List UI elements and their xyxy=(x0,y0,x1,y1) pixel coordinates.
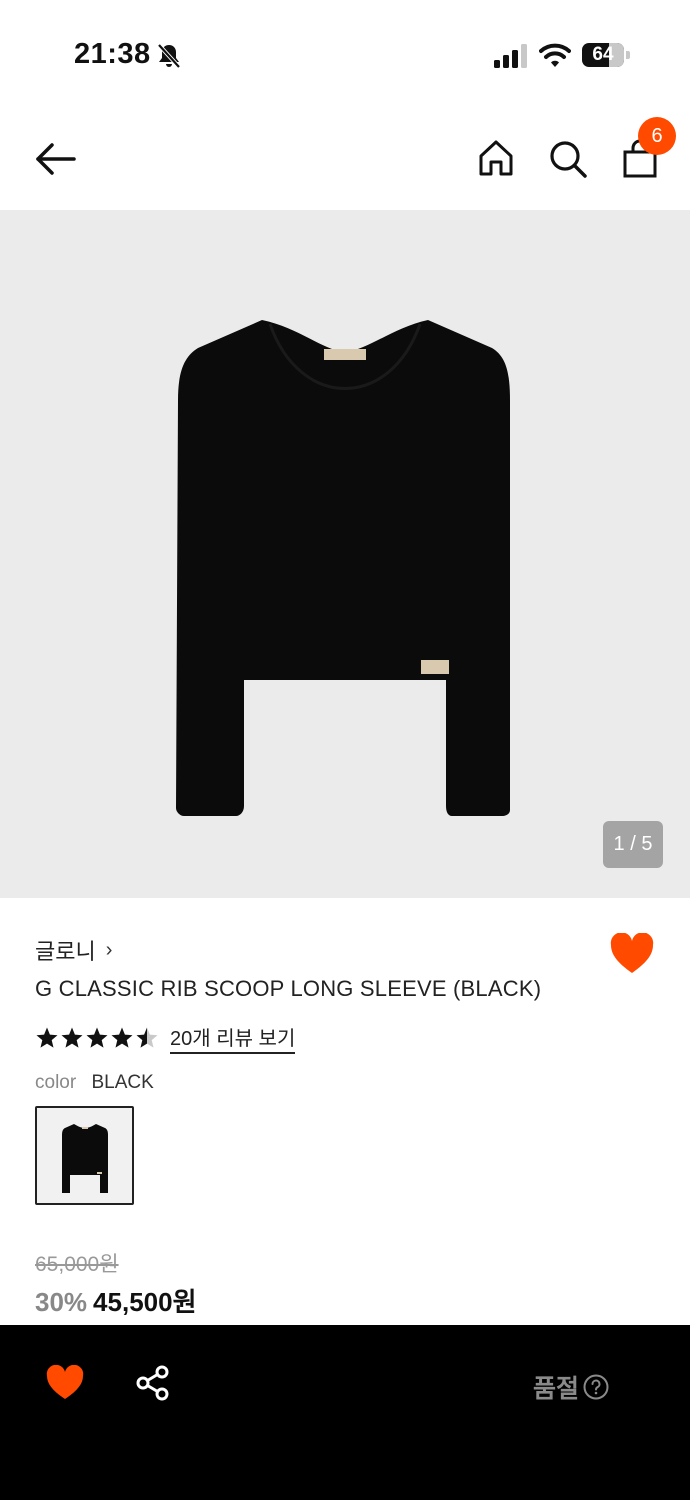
battery-body: 64 xyxy=(582,43,624,67)
heart-icon[interactable] xyxy=(610,933,654,975)
review-link[interactable]: 20개 리뷰 보기 xyxy=(170,1022,296,1054)
chevron-right-icon: › xyxy=(105,938,113,961)
back-arrow-icon[interactable] xyxy=(30,138,78,180)
color-swatch-black[interactable] xyxy=(35,1106,134,1205)
swatch-thumbnail xyxy=(62,1124,108,1193)
help-circle-icon[interactable] xyxy=(583,1374,609,1400)
product-photo xyxy=(176,320,510,816)
rating-row: 20개 리뷰 보기 xyxy=(35,1022,296,1054)
brand-name: 글로니 xyxy=(35,939,96,964)
color-value: BLACK xyxy=(91,1072,154,1093)
product-image-gallery[interactable]: 1 / 5 xyxy=(0,210,690,898)
bottom-action-bar: 품절 xyxy=(0,1325,690,1500)
cart-count-badge[interactable]: 6 xyxy=(638,117,676,155)
bell-off-icon xyxy=(157,43,181,69)
heart-icon[interactable] xyxy=(46,1365,84,1401)
discount-rate: 30% xyxy=(35,1287,88,1317)
star-icon xyxy=(111,1027,133,1048)
original-price: 65,000원 xyxy=(35,1253,119,1276)
star-icon xyxy=(36,1027,58,1048)
gallery-page-indicator: 1 / 5 xyxy=(603,821,663,868)
battery-percent: 64 xyxy=(592,44,614,65)
soldout-status[interactable]: 품절 xyxy=(533,1369,609,1405)
status-bar: 21:38 64 xyxy=(0,0,690,110)
battery-icon: 64 xyxy=(582,43,630,67)
share-icon[interactable] xyxy=(135,1365,171,1401)
signal-icon xyxy=(494,44,527,68)
price-row: 30% 45,500원 xyxy=(35,1282,197,1319)
sale-price: 45,500원 xyxy=(93,1287,197,1317)
star-icon xyxy=(61,1027,83,1048)
color-option-row: color BLACK xyxy=(35,1072,154,1094)
soldout-label: 품절 xyxy=(533,1375,580,1403)
search-icon[interactable] xyxy=(547,138,589,180)
color-label: color xyxy=(35,1072,77,1093)
wifi-icon xyxy=(539,43,571,67)
product-name: G CLASSIC RIB SCOOP LONG SLEEVE (BLACK) xyxy=(35,976,542,1001)
star-icon xyxy=(136,1027,158,1048)
status-time: 21:38 xyxy=(74,38,151,70)
star-rating xyxy=(35,1026,159,1050)
home-icon[interactable] xyxy=(476,138,516,178)
brand-link[interactable]: 글로니 › xyxy=(35,935,112,965)
top-nav-bar xyxy=(0,110,690,210)
star-icon xyxy=(86,1027,108,1048)
battery-cap xyxy=(626,51,630,59)
